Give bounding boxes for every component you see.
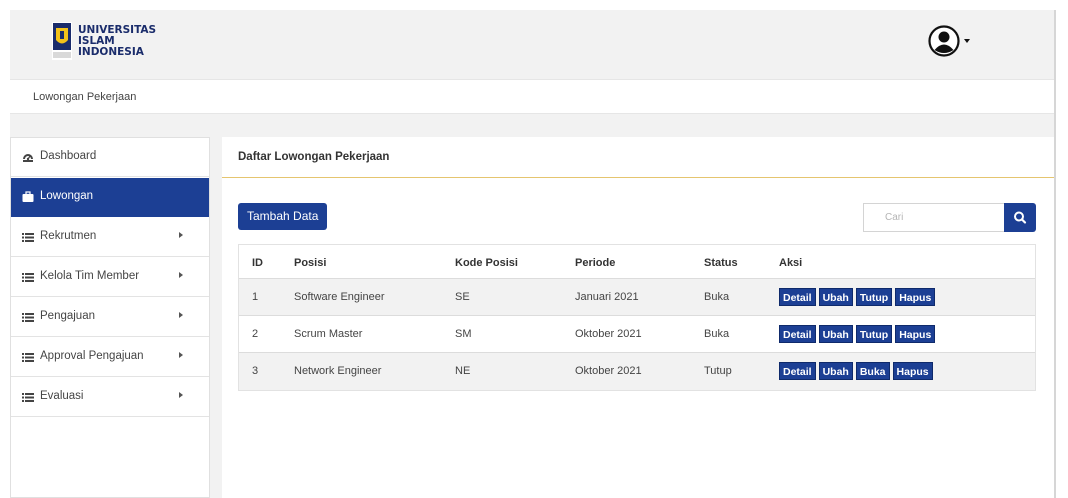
column-header-kode-posisi: Kode Posisi (455, 257, 518, 269)
list-icon (22, 393, 34, 402)
cell-posisi: Network Engineer (294, 365, 382, 377)
cell-id: 2 (252, 328, 259, 340)
chevron-right-icon (179, 352, 183, 358)
detail-button[interactable]: Detail (779, 362, 816, 380)
list-icon (22, 353, 34, 362)
detail-button[interactable]: Detail (779, 288, 816, 306)
breadcrumb-label: Lowongan Pekerjaan (33, 91, 137, 103)
table-header-row: ID Posisi Kode Posisi Periode Status Aks… (239, 245, 1035, 279)
sidebar-item-rekrutmen[interactable]: Rekrutmen (11, 218, 209, 257)
close-vacancy-button[interactable]: Tutup (855, 325, 893, 343)
sidebar-item-label: Lowongan (40, 190, 94, 202)
column-header-status: Status (704, 257, 738, 269)
chevron-right-icon (179, 272, 183, 278)
sidebar-item-evaluasi[interactable]: Evaluasi (11, 378, 209, 417)
search-icon (1014, 211, 1027, 224)
sidebar: Dashboard Lowongan Rekrutmen Kelola Tim … (10, 137, 210, 498)
logo-line: ISLAM (78, 34, 115, 47)
chevron-right-icon (179, 232, 183, 238)
edit-button[interactable]: Ubah (818, 362, 853, 380)
cell-status: Tutup (704, 365, 732, 377)
row-actions: Detail Ubah Buka Hapus (779, 362, 936, 380)
add-data-button[interactable]: Tambah Data (238, 203, 328, 230)
chevron-right-icon (179, 312, 183, 318)
scrollbar-edge (1054, 10, 1056, 498)
cell-kode-posisi: NE (455, 365, 471, 377)
sidebar-item-label: Evaluasi (40, 390, 84, 402)
user-menu[interactable] (928, 25, 970, 57)
cell-periode: Oktober 2021 (575, 365, 642, 377)
edit-button[interactable]: Ubah (818, 325, 853, 343)
detail-button[interactable]: Detail (779, 325, 816, 343)
search-input[interactable] (863, 203, 1004, 232)
delete-button[interactable]: Hapus (892, 362, 933, 380)
list-icon (22, 313, 34, 322)
column-header-aksi: Aksi (779, 257, 803, 269)
table-row: 3 Network Engineer NE Oktober 2021 Tutup… (239, 353, 1035, 390)
sidebar-item-label: Rekrutmen (40, 230, 97, 242)
table-row: 1 Software Engineer SE Januari 2021 Buka… (239, 279, 1035, 316)
logo-text: UNIVERSITAS ISLAM INDONESIA (78, 23, 157, 58)
column-header-posisi: Posisi (294, 257, 327, 269)
cell-id: 3 (252, 365, 259, 377)
column-header-periode: Periode (575, 257, 616, 269)
panel-header: Daftar Lowongan Pekerjaan (222, 137, 1054, 178)
sidebar-item-label: Approval Pengajuan (40, 350, 144, 362)
cell-id: 1 (252, 291, 259, 303)
sidebar-item-label: Dashboard (40, 150, 97, 162)
jobs-table: ID Posisi Kode Posisi Periode Status Aks… (238, 244, 1036, 391)
list-icon (22, 233, 34, 242)
cell-status: Buka (704, 328, 730, 340)
cell-kode-posisi: SM (455, 328, 472, 340)
open-vacancy-button[interactable]: Buka (855, 362, 890, 380)
column-header-id: ID (252, 257, 263, 269)
delete-button[interactable]: Hapus (895, 325, 936, 343)
logo-line: INDONESIA (78, 45, 144, 58)
edit-button[interactable]: Ubah (818, 288, 853, 306)
cell-posisi: Scrum Master (294, 328, 363, 340)
row-actions: Detail Ubah Tutup Hapus (779, 288, 938, 306)
delete-button[interactable]: Hapus (895, 288, 936, 306)
university-logo[interactable]: UNIVERSITAS ISLAM INDONESIA (52, 22, 156, 60)
sidebar-item-approval-pengajuan[interactable]: Approval Pengajuan (11, 338, 209, 377)
breadcrumb: Lowongan Pekerjaan (10, 79, 1054, 114)
briefcase-icon (22, 191, 34, 202)
sidebar-item-label: Pengajuan (40, 310, 95, 322)
sidebar-item-dashboard[interactable]: Dashboard (11, 138, 209, 177)
chevron-right-icon (179, 392, 183, 398)
cell-status: Buka (704, 291, 730, 303)
logo-line: UNIVERSITAS (78, 23, 157, 36)
cell-periode: Oktober 2021 (575, 328, 642, 340)
table-row: 2 Scrum Master SM Oktober 2021 Buka Deta… (239, 316, 1035, 353)
list-icon (22, 273, 34, 282)
top-header: UNIVERSITAS ISLAM INDONESIA (10, 10, 1054, 78)
panel-title: Daftar Lowongan Pekerjaan (238, 151, 390, 163)
user-circle-icon (928, 25, 960, 57)
close-vacancy-button[interactable]: Tutup (855, 288, 893, 306)
page-background: UNIVERSITAS ISLAM INDONESIA Lowongan Pek… (10, 10, 1054, 498)
emblem-icon (52, 22, 72, 60)
caret-down-icon (964, 39, 970, 43)
cell-kode-posisi: SE (455, 291, 470, 303)
main-panel: Daftar Lowongan Pekerjaan Tambah Data ID… (222, 137, 1054, 498)
sidebar-item-kelola-tim-member[interactable]: Kelola Tim Member (11, 258, 209, 297)
dashboard-icon (23, 154, 33, 162)
search-button[interactable] (1004, 203, 1036, 232)
sidebar-item-label: Kelola Tim Member (40, 270, 140, 282)
sidebar-item-lowongan[interactable]: Lowongan (11, 178, 209, 217)
row-actions: Detail Ubah Tutup Hapus (779, 325, 938, 343)
cell-posisi: Software Engineer (294, 291, 385, 303)
cell-periode: Januari 2021 (575, 291, 639, 303)
sidebar-item-pengajuan[interactable]: Pengajuan (11, 298, 209, 337)
